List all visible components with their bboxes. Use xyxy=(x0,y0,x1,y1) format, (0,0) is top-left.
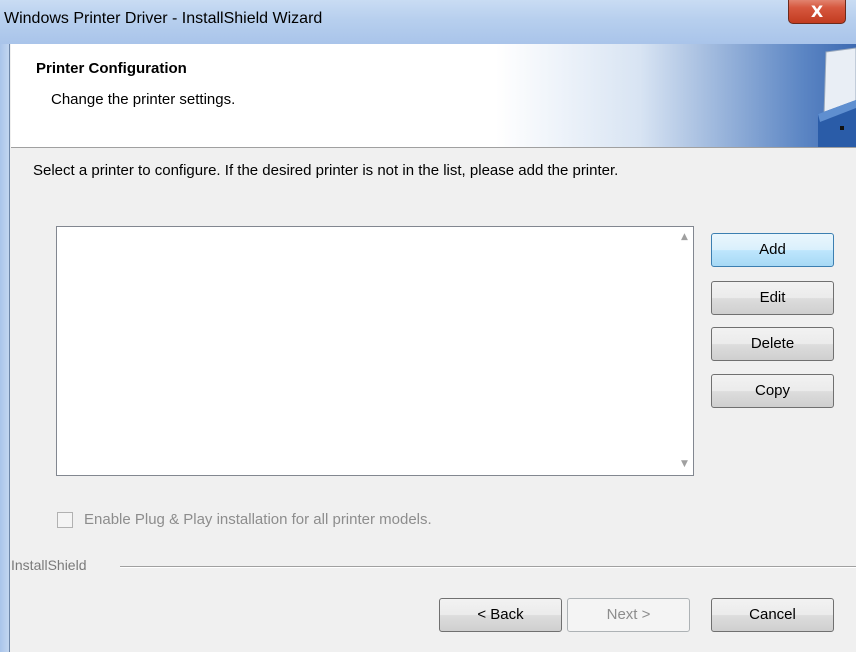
footer-divider xyxy=(120,566,856,568)
title-bar: Windows Printer Driver - InstallShield W… xyxy=(0,0,856,44)
add-button[interactable]: Add xyxy=(711,233,834,267)
delete-button[interactable]: Delete xyxy=(711,327,834,361)
installshield-brand: InstallShield xyxy=(11,557,93,573)
plug-and-play-checkbox[interactable] xyxy=(57,512,73,528)
printer-icon xyxy=(818,47,856,147)
page-subtitle: Change the printer settings. xyxy=(51,91,236,108)
scroll-up-icon[interactable]: ▲ xyxy=(676,229,693,246)
window-title: Windows Printer Driver - InstallShield W… xyxy=(4,10,323,27)
window-frame-left xyxy=(0,44,10,652)
close-button[interactable]: X xyxy=(788,0,846,24)
page-title: Printer Configuration xyxy=(36,60,187,77)
printer-list-scrollbar[interactable]: ▲ ▼ xyxy=(676,227,693,475)
plug-and-play-label: Enable Plug & Play installation for all … xyxy=(84,511,432,528)
edit-button[interactable]: Edit xyxy=(711,281,834,315)
cancel-button[interactable]: Cancel xyxy=(711,598,834,632)
next-button: Next > xyxy=(567,598,690,632)
instruction-text: Select a printer to configure. If the de… xyxy=(33,162,619,179)
scroll-down-icon[interactable]: ▼ xyxy=(676,456,693,473)
close-icon: X xyxy=(810,2,824,21)
copy-button[interactable]: Copy xyxy=(711,374,834,408)
printer-list[interactable]: ▲ ▼ xyxy=(56,226,694,476)
wizard-header: Printer Configuration Change the printer… xyxy=(11,44,856,148)
back-button[interactable]: < Back xyxy=(439,598,562,632)
